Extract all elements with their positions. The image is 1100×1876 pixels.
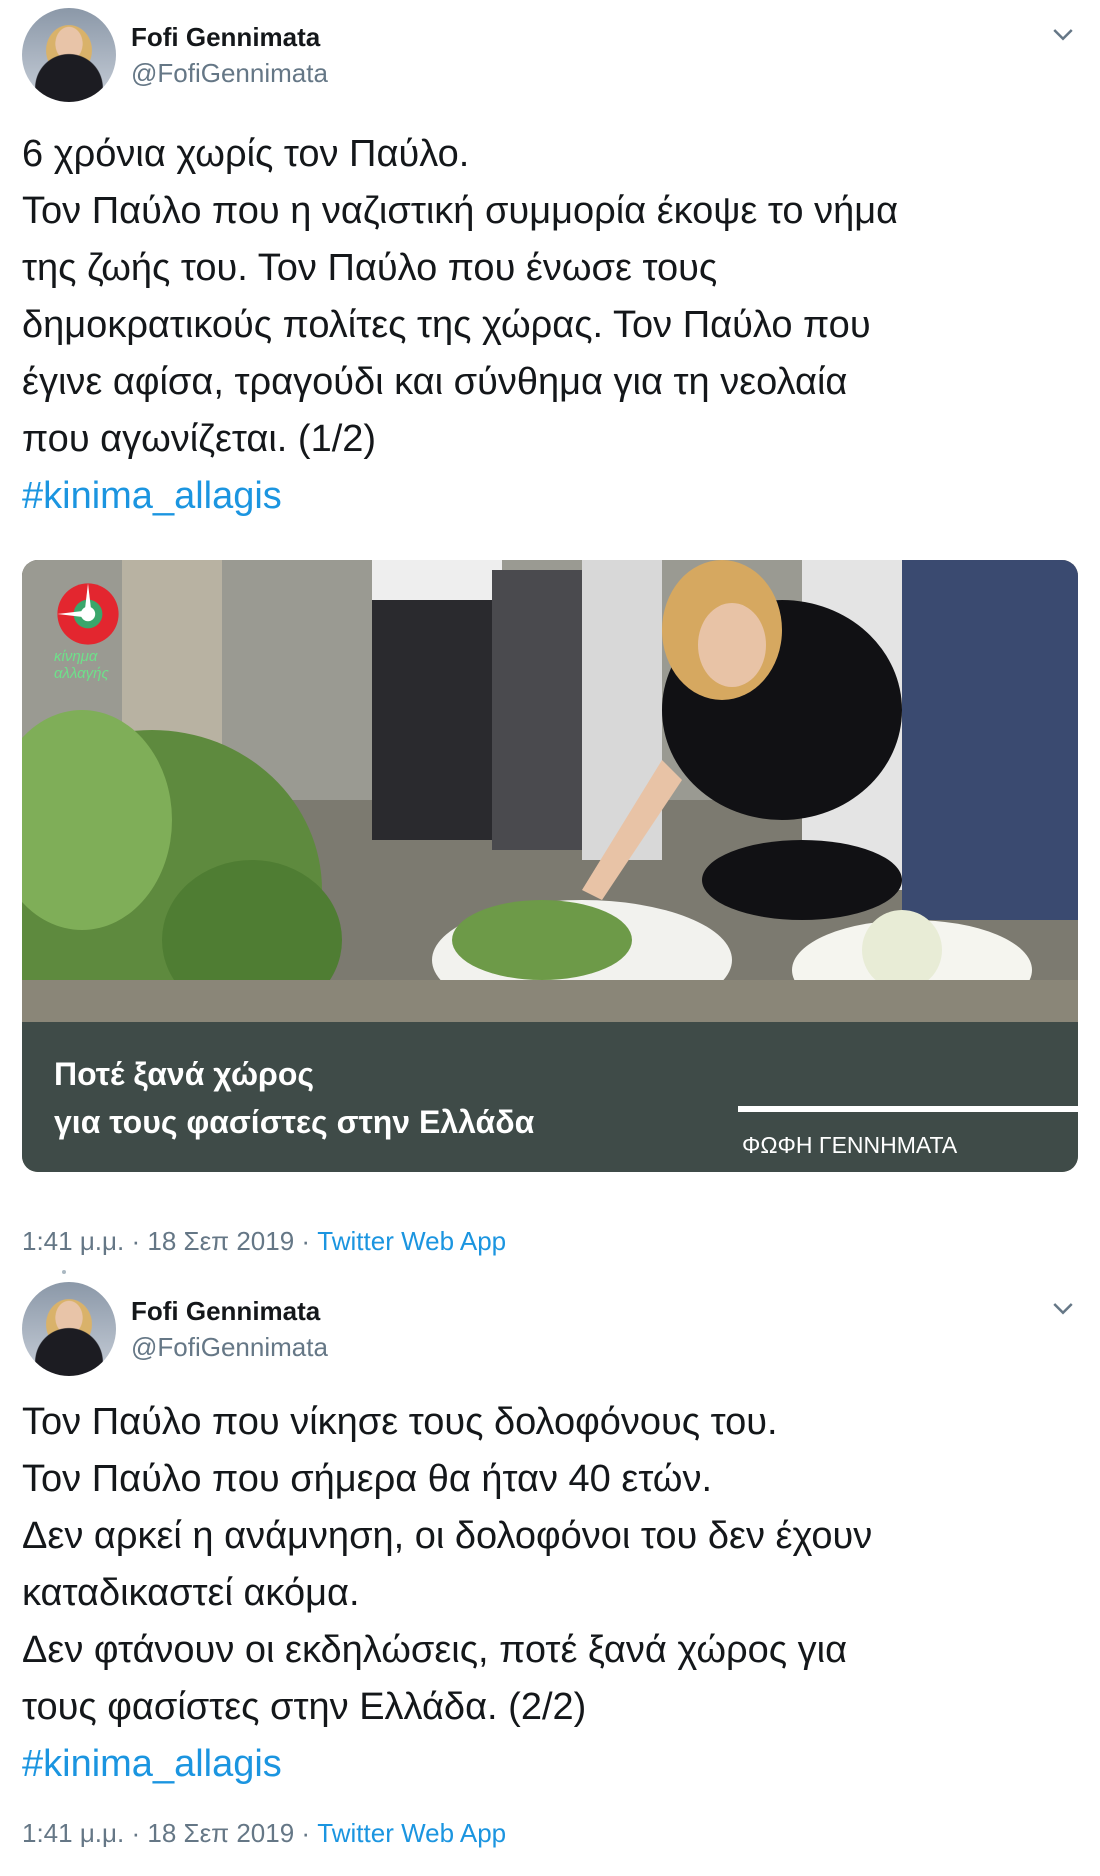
- author-name[interactable]: Fofi Gennimata: [131, 1296, 320, 1327]
- media-photo: [22, 560, 1078, 1022]
- logo-text: κίνημα αλλαγής: [54, 648, 109, 682]
- tweet-meta: 1:41 μ.μ. · 18 Σεπ 2019 · Twitter Web Ap…: [22, 1818, 506, 1849]
- meta-separator: ·: [124, 1226, 148, 1256]
- tweet-2: Fofi Gennimata @FofiGennimata Τον Παύλο …: [0, 1258, 1100, 1876]
- tweet-1: Fofi Gennimata @FofiGennimata 6 χρόνια χ…: [0, 0, 1100, 1274]
- tweet-date[interactable]: 18 Σεπ 2019: [147, 1818, 294, 1848]
- media-banner: Ποτέ ξανά χώρος για τους φασίστες στην Ε…: [22, 1022, 1078, 1172]
- tweet-text-line: Τον Παύλο που νίκησε τους δολοφόνους του…: [22, 1401, 778, 1443]
- tweet-text-line: 6 χρόνια χωρίς τον Παύλο.: [22, 133, 470, 175]
- tweet-text-line: Τον Παύλο που σήμερα θα ήταν 40 ετών.: [22, 1458, 713, 1500]
- tweet-text-line: που αγωνίζεται. (1/2): [22, 418, 377, 460]
- tweet-text-line: τους φασίστες στην Ελλάδα. (2/2): [22, 1686, 587, 1728]
- banner-divider: [738, 1106, 1078, 1112]
- tweet-text-line: της ζωής του. Τον Παύλο που ένωσε τους: [22, 247, 718, 289]
- hashtag-link[interactable]: #kinima_allagis: [22, 468, 1072, 525]
- tweet-text-line: καταδικαστεί ακόμα.: [22, 1572, 360, 1614]
- avatar[interactable]: [22, 8, 116, 102]
- author-handle[interactable]: @FofiGennimata: [131, 58, 328, 89]
- tweet-text: Τον Παύλο που νίκησε τους δολοφόνους του…: [22, 1394, 1072, 1793]
- author-name[interactable]: Fofi Gennimata: [131, 22, 320, 53]
- tweet-text-line: έγινε αφίσα, τραγούδι και σύνθημα για τη…: [22, 361, 848, 403]
- tweet-date[interactable]: 18 Σεπ 2019: [147, 1226, 294, 1256]
- tweet-text: 6 χρόνια χωρίς τον Παύλο. Τον Παύλο που …: [22, 126, 1072, 525]
- chevron-down-icon[interactable]: [1048, 20, 1078, 50]
- banner-headline-line2: για τους φασίστες στην Ελλάδα: [54, 1104, 535, 1140]
- tweet-text-line: Τον Παύλο που η ναζιστική συμμορία έκοψε…: [22, 190, 899, 232]
- tweet-time[interactable]: 1:41 μ.μ.: [22, 1226, 124, 1256]
- banner-signature: ΦΩΦΗ ΓΕΝΝΗΜΑΤΑ: [742, 1132, 958, 1158]
- tweet-source-app[interactable]: Twitter Web App: [317, 1818, 506, 1848]
- tweet-media[interactable]: κίνημα αλλαγής Ποτέ ξανά χώρος για τους …: [22, 560, 1078, 1172]
- meta-separator: ·: [294, 1226, 318, 1256]
- meta-separator: ·: [124, 1818, 148, 1848]
- meta-separator: ·: [294, 1818, 318, 1848]
- tweet-source-app[interactable]: Twitter Web App: [317, 1226, 506, 1256]
- banner-headline-line1: Ποτέ ξανά χώρος: [54, 1056, 315, 1092]
- tweet-time[interactable]: 1:41 μ.μ.: [22, 1818, 124, 1848]
- tweet-text-line: Δεν αρκεί η ανάμνηση, οι δολοφόνοι του δ…: [22, 1515, 873, 1557]
- tweet-text-line: δημοκρατικούς πολίτες της χώρας. Τον Παύ…: [22, 304, 871, 346]
- tweet-meta: 1:41 μ.μ. · 18 Σεπ 2019 · Twitter Web Ap…: [22, 1226, 506, 1257]
- avatar[interactable]: [22, 1282, 116, 1376]
- chevron-down-icon[interactable]: [1048, 1294, 1078, 1324]
- tweet-text-line: Δεν φτάνουν οι εκδηλώσεις, ποτέ ξανά χώρ…: [22, 1629, 848, 1671]
- author-handle[interactable]: @FofiGennimata: [131, 1332, 328, 1363]
- hashtag-link[interactable]: #kinima_allagis: [22, 1736, 1072, 1793]
